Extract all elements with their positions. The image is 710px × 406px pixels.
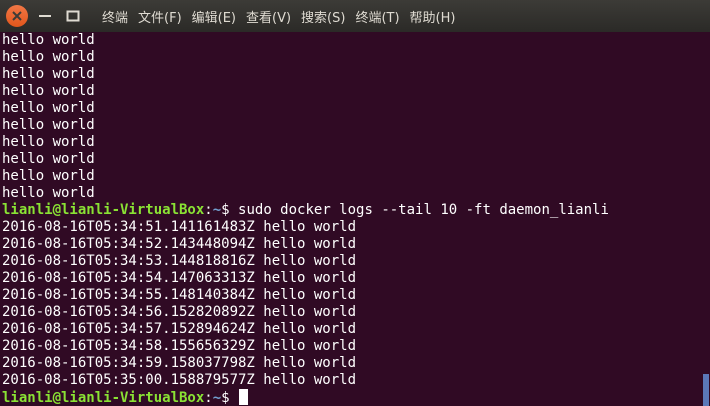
menu-item-6[interactable]: 帮助(H) [410,7,456,26]
scrollbar[interactable] [700,32,710,406]
log-line: 2016-08-16T05:34:55.148140384Z hello wor… [2,287,357,303]
output-line: hello world [2,168,95,184]
menu-bar: 终端 文件(F) 编辑(E) 查看(V) 搜索(S) 终端(T) 帮助(H) [102,7,465,26]
output-line: hello world [2,185,95,201]
log-line: 2016-08-16T05:34:51.141161483Z hello wor… [2,219,357,235]
scrollbar-thumb[interactable] [703,374,709,406]
prompt-symbol: $ [221,202,239,218]
prompt-user: lianli@lianli-VirtualBox [2,390,205,406]
title-bar: 终端 文件(F) 编辑(E) 查看(V) 搜索(S) 终端(T) 帮助(H) [0,0,710,32]
active-prompt-line: lianli@lianli-VirtualBox:~$ [2,389,700,406]
menu-item-5[interactable]: 终端(T) [355,7,399,26]
maximize-icon[interactable] [62,5,84,27]
log-line: 2016-08-16T05:34:58.155656329Z hello wor… [2,338,357,354]
menu-item-4[interactable]: 搜索(S) [301,7,345,26]
log-line: 2016-08-16T05:34:57.152894624Z hello wor… [2,321,357,337]
prompt-path: ~ [212,202,222,218]
log-line: 2016-08-16T05:34:56.152820892Z hello wor… [2,304,357,320]
output-line: hello world [2,83,95,99]
close-icon[interactable] [6,5,28,27]
log-line: 2016-08-16T05:34:59.158037798Z hello wor… [2,355,357,371]
menu-item-0[interactable]: 终端 [102,7,128,26]
output-line: hello world [2,151,95,167]
log-line: 2016-08-16T05:35:00.158879577Z hello wor… [2,372,357,388]
output-line: hello world [2,134,95,150]
terminal-output[interactable]: hello world hello world hello world hello w… [0,32,700,406]
output-line: hello world [2,100,95,116]
menu-item-3[interactable]: 查看(V) [246,7,291,26]
prompt-separator: : [204,390,213,406]
output-line: hello world [2,32,95,48]
prompt-separator: : [204,202,213,218]
log-line: 2016-08-16T05:34:54.147063313Z hello wor… [2,270,357,286]
log-line: 2016-08-16T05:34:53.144818816Z hello wor… [2,253,357,269]
menu-item-2[interactable]: 编辑(E) [192,7,236,26]
minimize-icon[interactable] [34,5,56,27]
prompt-path: ~ [212,390,222,406]
prompt-user: lianli@lianli-VirtualBox [2,202,205,218]
log-line: 2016-08-16T05:34:52.143448094Z hello wor… [2,236,357,252]
output-line: hello world [2,49,95,65]
prompt-symbol: $ [221,390,239,406]
command-text: sudo docker logs --tail 10 -ft daemon_li… [238,202,609,218]
menu-item-1[interactable]: 文件(F) [138,7,182,26]
text-cursor [239,389,249,405]
output-line: hello world [2,117,95,133]
output-line: hello world [2,66,95,82]
command-prompt-line: lianli@lianli-VirtualBox:~$ sudo docker … [2,202,700,219]
